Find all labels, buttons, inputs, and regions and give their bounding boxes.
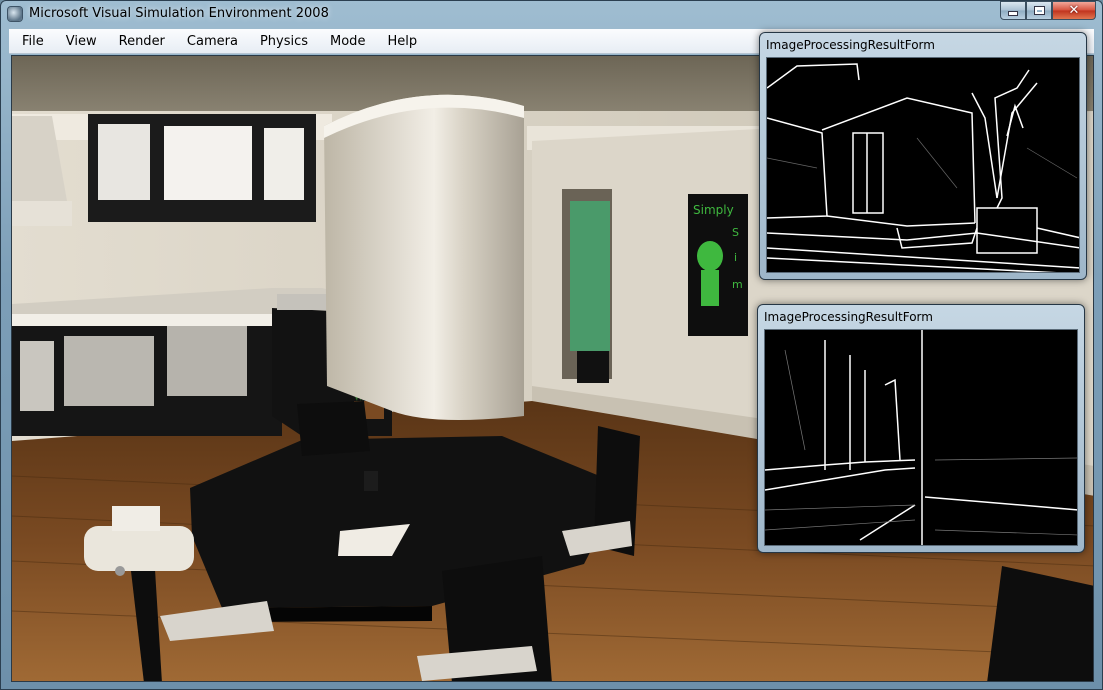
menu-physics[interactable]: Physics (247, 34, 317, 49)
menu-help[interactable]: Help (374, 34, 426, 49)
image-processing-form-1[interactable]: ImageProcessingResultForm (759, 32, 1087, 280)
poster-letter-m: m (732, 278, 743, 291)
image-processing-form-2[interactable]: ImageProcessingResultForm (757, 304, 1085, 553)
window-title: Microsoft Visual Simulation Environment … (29, 6, 329, 21)
edge-image-2 (764, 329, 1078, 546)
edge-image-1 (766, 57, 1080, 273)
form-title: ImageProcessingResultForm (766, 38, 935, 52)
close-icon: ✕ (1068, 3, 1080, 18)
edge-render-1 (767, 63, 1079, 272)
menu-file[interactable]: File (9, 34, 53, 49)
menu-mode[interactable]: Mode (317, 34, 374, 49)
menu-render[interactable]: Render (106, 34, 174, 49)
maximize-button[interactable] (1026, 1, 1052, 20)
form-title: ImageProcessingResultForm (764, 310, 933, 324)
minimize-button[interactable] (1000, 1, 1026, 20)
caption-buttons: ✕ (1000, 1, 1096, 20)
poster-title: Simply (693, 203, 734, 217)
minimize-icon (1009, 12, 1017, 15)
poster: Simply S i m (688, 194, 748, 336)
close-button[interactable]: ✕ (1052, 1, 1096, 20)
menu-view[interactable]: View (53, 34, 106, 49)
app-icon[interactable] (8, 7, 22, 21)
edge-render-2 (765, 330, 1077, 545)
title-bar[interactable]: Microsoft Visual Simulation Environment … (1, 1, 1102, 28)
main-window: Microsoft Visual Simulation Environment … (0, 0, 1103, 690)
poster-letter-i: i (734, 251, 737, 264)
maximize-icon (1034, 7, 1044, 14)
menu-camera[interactable]: Camera (174, 34, 247, 49)
poster-letter-s: S (732, 226, 739, 239)
